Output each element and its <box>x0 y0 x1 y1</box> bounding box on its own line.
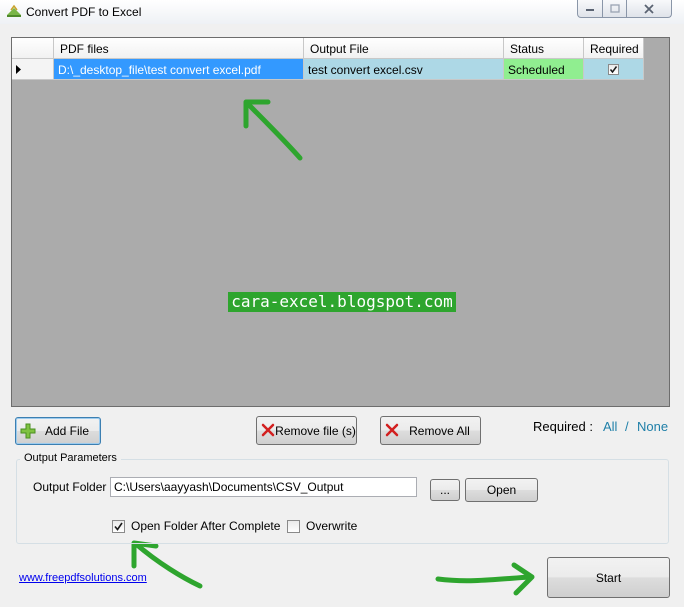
column-header-status[interactable]: Status <box>504 38 584 59</box>
remove-file-label: Remove file (s) <box>275 423 356 438</box>
open-folder-label: Open Folder After Complete <box>131 519 281 533</box>
output-file-cell[interactable]: test convert excel.csv <box>304 59 504 80</box>
plus-icon <box>20 423 36 439</box>
start-label: Start <box>595 570 622 585</box>
close-button[interactable] <box>627 0 672 18</box>
output-folder-field[interactable]: C:\Users\aayyash\Documents\CSV_Output <box>110 477 417 497</box>
remove-all-label: Remove All <box>409 423 470 438</box>
pdf-file-cell[interactable]: D:\_desktop_file\test convert excel.pdf <box>54 59 304 80</box>
remove-file-button[interactable]: Remove file (s) <box>256 416 357 445</box>
close-icon <box>644 3 654 14</box>
minimize-button[interactable] <box>577 0 603 18</box>
row-pointer-icon <box>16 65 21 74</box>
column-header-pdf-files[interactable]: PDF files <box>54 38 304 59</box>
window-title: Convert PDF to Excel <box>26 5 142 19</box>
overwrite-option[interactable]: Overwrite <box>287 519 357 533</box>
browse-label: ... <box>439 483 450 497</box>
required-checkbox[interactable] <box>608 64 619 75</box>
column-header-output-file[interactable]: Output File <box>304 38 504 59</box>
browse-button[interactable]: ... <box>430 479 460 501</box>
start-button[interactable]: Start <box>547 557 670 598</box>
row-header-corner <box>12 38 54 59</box>
watermark-label: cara-excel.blogspot.com <box>228 292 456 312</box>
select-all-link[interactable]: All <box>603 419 617 434</box>
annotation-arrow-icon <box>435 562 535 596</box>
open-folder-checkbox[interactable] <box>112 519 125 533</box>
remove-all-button[interactable]: Remove All <box>380 416 481 445</box>
red-x-icon <box>261 423 275 437</box>
annotation-arrow-icon <box>243 99 303 161</box>
required-label: Required : <box>533 419 593 434</box>
row-selector[interactable] <box>12 59 54 80</box>
output-folder-label: Output Folder <box>33 480 107 494</box>
table-row[interactable]: D:\_desktop_file\test convert excel.pdf … <box>12 59 644 80</box>
add-file-label: Add File <box>44 424 90 438</box>
maximize-button[interactable] <box>603 0 627 18</box>
column-header-required[interactable]: Required <box>584 38 644 59</box>
minimize-icon <box>586 8 594 11</box>
files-grid[interactable]: PDF files Output File Status Required D:… <box>11 37 670 407</box>
status-cell: Scheduled <box>504 59 584 80</box>
website-link[interactable]: www.freepdfsolutions.com <box>19 572 147 584</box>
check-icon <box>609 66 618 74</box>
required-cell[interactable] <box>584 59 644 80</box>
open-button[interactable]: Open <box>465 478 538 502</box>
select-none-link[interactable]: None <box>637 419 668 434</box>
title-bar: Convert PDF to Excel <box>0 0 684 24</box>
overwrite-label: Overwrite <box>306 519 358 533</box>
app-icon <box>6 4 22 21</box>
required-separator: / <box>625 419 629 434</box>
maximize-icon <box>609 4 620 13</box>
open-label: Open <box>486 483 517 497</box>
check-icon <box>114 522 123 531</box>
open-folder-after-complete-option[interactable]: Open Folder After Complete <box>112 519 280 533</box>
output-parameters-title: Output Parameters <box>20 452 121 464</box>
add-file-button[interactable]: Add File <box>15 417 101 445</box>
grid-header: PDF files Output File Status Required <box>12 38 644 59</box>
red-x-icon <box>385 423 399 437</box>
overwrite-checkbox[interactable] <box>287 519 300 533</box>
